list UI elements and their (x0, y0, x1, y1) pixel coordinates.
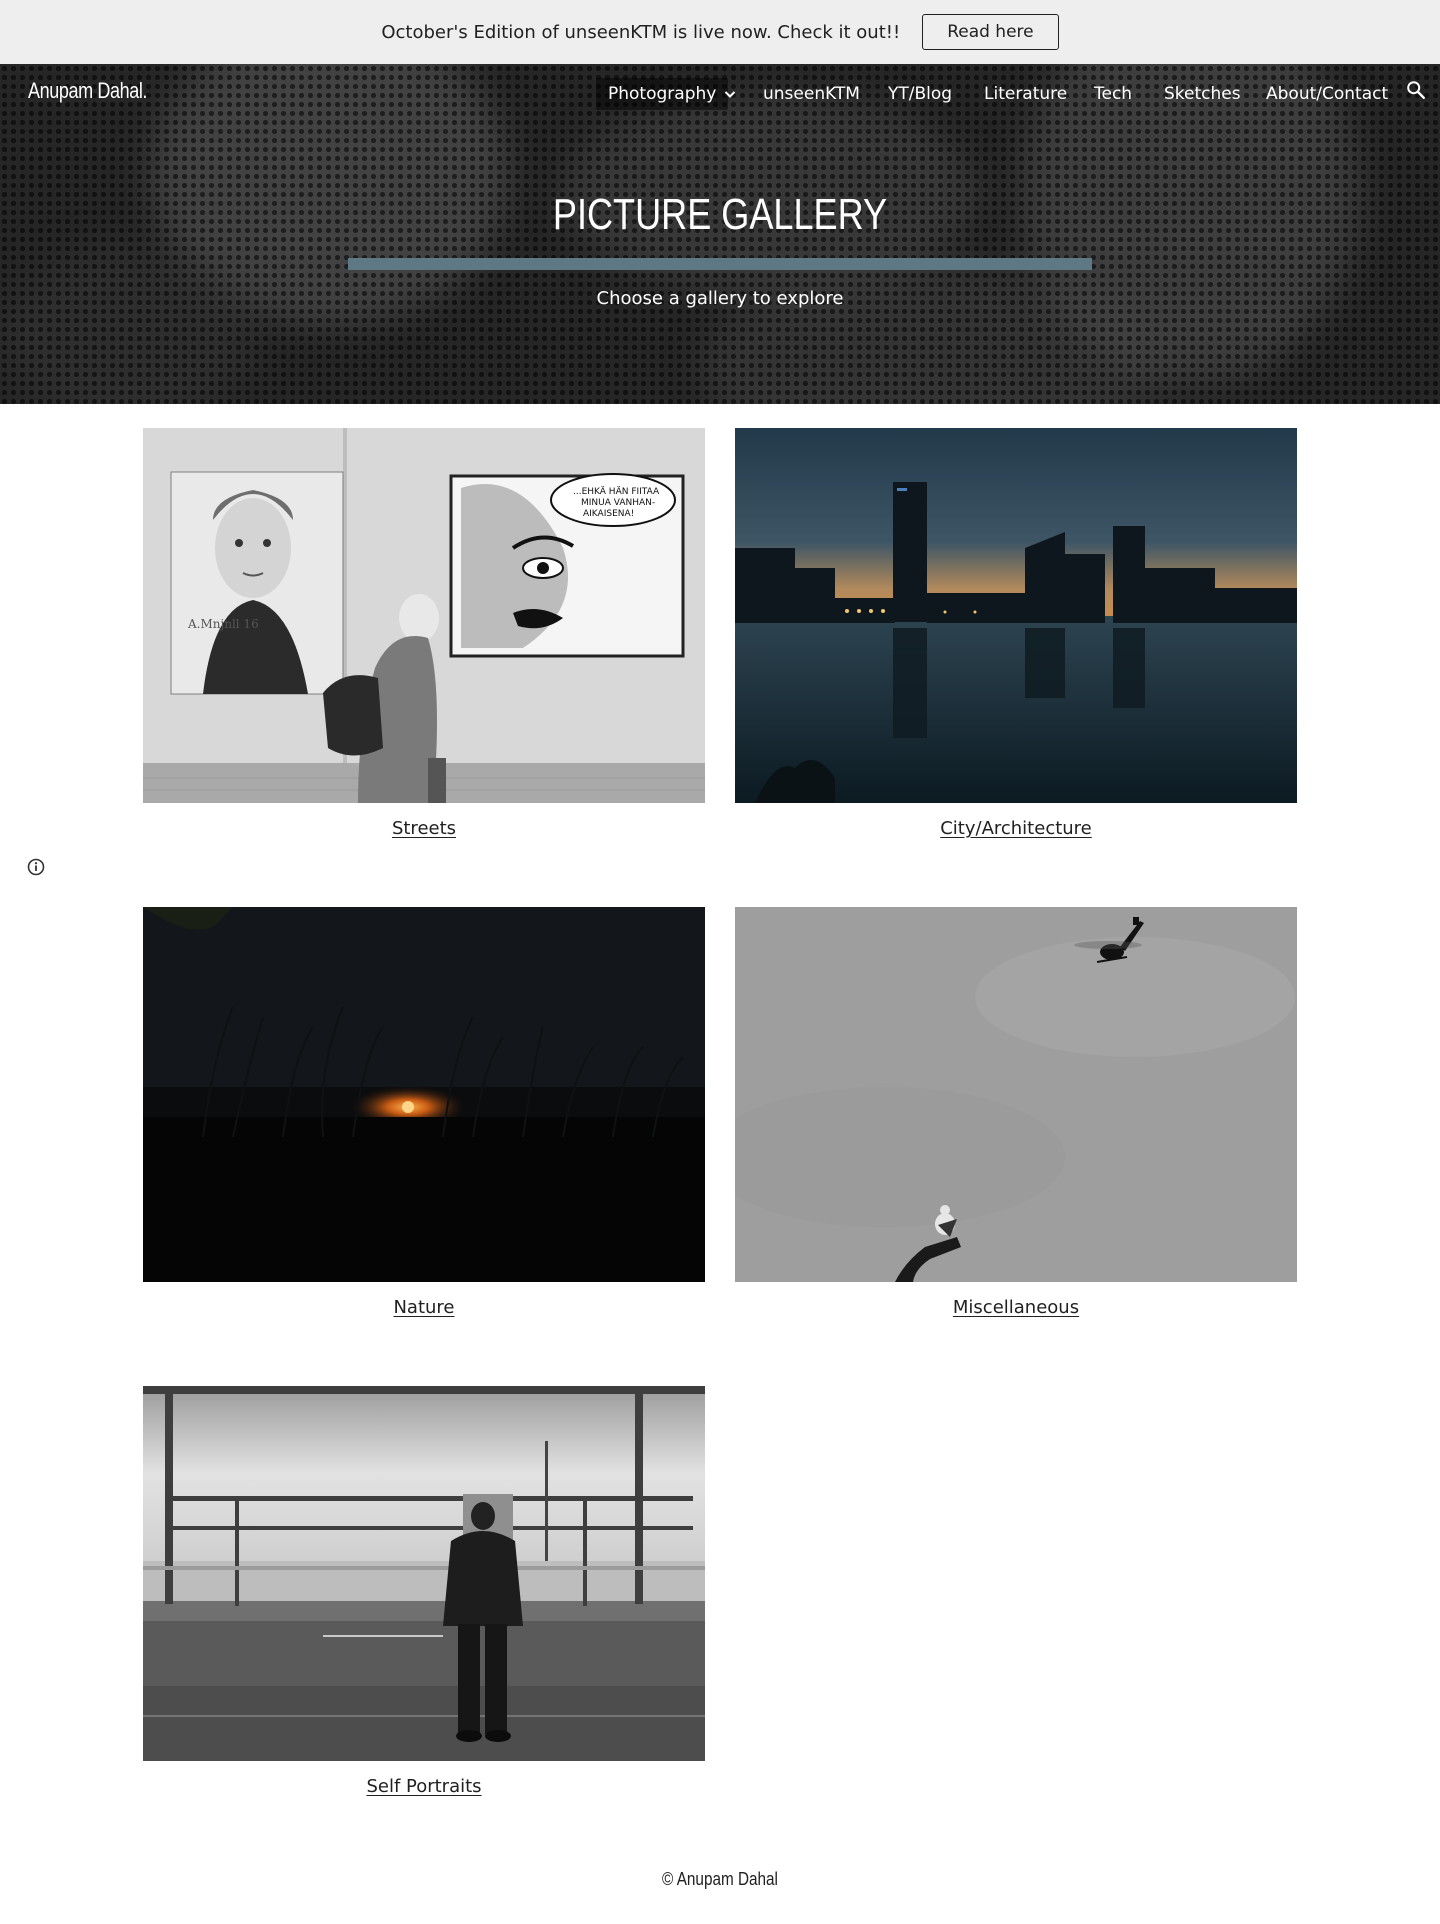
announcement-banner: October's Edition of unseenKTM is live n… (0, 0, 1440, 64)
gallery-link-self-portraits[interactable]: Self Portraits (143, 1776, 705, 1797)
city-skyline-dusk (735, 428, 1297, 803)
gallery-link-miscellaneous[interactable]: Miscellaneous (735, 1297, 1297, 1318)
main-nav: Photography unseenKTM YT/Blog Literature… (0, 78, 1440, 110)
info-icon[interactable] (26, 857, 46, 877)
chevron-down-icon[interactable] (722, 86, 738, 102)
gallery-image-nature[interactable] (143, 907, 705, 1282)
gallery-image-miscellaneous[interactable] (735, 907, 1297, 1282)
nav-item-literature[interactable]: Literature (984, 78, 1067, 110)
sunset-reeds (143, 907, 705, 1282)
nav-item-tech[interactable]: Tech (1094, 78, 1132, 110)
gallery-image-self-portraits[interactable] (143, 1386, 705, 1761)
banner-text: October's Edition of unseenKTM is live n… (381, 21, 901, 43)
page-subtitle: Choose a gallery to explore (596, 288, 844, 309)
gallery-link-streets[interactable]: Streets (143, 818, 705, 839)
nav-item-about-contact[interactable]: About/Contact (1266, 78, 1388, 110)
page-title: PICTURE GALLERY (552, 190, 888, 239)
street-photo: A.Mnjnll 16 ...EHKÄ HÄN FIITAA MINUA VAN… (143, 428, 705, 803)
search-icon[interactable] (1405, 79, 1427, 101)
title-underline (348, 258, 1092, 270)
hero-header: Anupam Dahal. Photography unseenKTM YT/B… (0, 64, 1440, 404)
nav-item-yt-blog[interactable]: YT/Blog (888, 78, 952, 110)
gallery-link-city-architecture[interactable]: City/Architecture (735, 818, 1297, 839)
nav-item-unseenktm[interactable]: unseenKTM (763, 78, 860, 110)
footer-copyright: © Anupam Dahal (662, 1869, 778, 1889)
helicopter-and-gull (735, 907, 1297, 1282)
gallery-image-city-architecture[interactable] (735, 428, 1297, 803)
svg-text:AIKAISENA!: AIKAISENA! (583, 509, 634, 519)
man-on-road-bw (143, 1386, 705, 1761)
svg-text:...EHKÄ HÄN FIITAA: ...EHKÄ HÄN FIITAA (573, 486, 660, 497)
nav-item-photography[interactable]: Photography (596, 78, 729, 110)
svg-text:A.Mnjnll 16: A.Mnjnll 16 (187, 617, 259, 631)
nav-item-sketches[interactable]: Sketches (1164, 78, 1241, 110)
gallery-image-streets[interactable]: A.Mnjnll 16 ...EHKÄ HÄN FIITAA MINUA VAN… (143, 428, 705, 803)
svg-text:MINUA VANHAN-: MINUA VANHAN- (581, 498, 655, 508)
read-here-button[interactable]: Read here (922, 14, 1059, 50)
gallery-link-nature[interactable]: Nature (143, 1297, 705, 1318)
